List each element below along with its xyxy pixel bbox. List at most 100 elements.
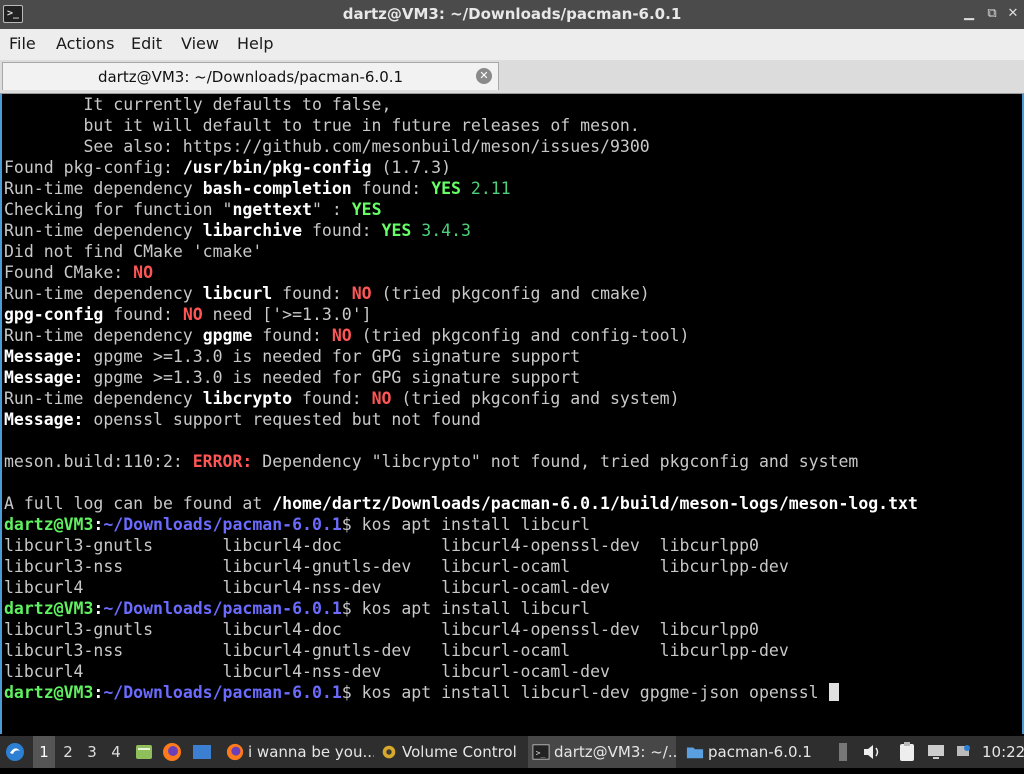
terminal-text: NO — [182, 305, 203, 324]
terminal-text: $ kos apt install libcurl — [341, 515, 591, 534]
workspace-4[interactable]: 4 — [105, 736, 127, 768]
menu-edit[interactable]: Edit — [131, 34, 162, 53]
terminal-line: dartz@VM3:~/Downloads/pacman-6.0.1$ kos … — [4, 514, 590, 535]
terminal-text: (tried pkgconfig and system) — [391, 389, 680, 408]
task-terminal[interactable]: >_ dartz@VM3: ~/... — [528, 736, 676, 768]
terminal-text: YES — [351, 200, 382, 219]
maximize-icon[interactable]: ⧉ — [983, 5, 1001, 23]
terminal-line: Message: openssl support requested but n… — [4, 409, 481, 430]
window-titlebar[interactable]: >_ dartz@VM3: ~/Downloads/pacman-6.0.1 ▁… — [0, 0, 1024, 29]
terminal-text: Run-time dependency — [4, 326, 203, 345]
terminal-line: Run-time dependency bash-completion foun… — [4, 178, 511, 199]
terminal-text: A full log can be found at — [4, 494, 273, 513]
display-icon[interactable] — [926, 736, 950, 768]
terminal-text: libcurl4 libcurl4-nss-dev libcurl-ocaml-… — [4, 578, 610, 597]
close-window-icon[interactable]: ✕ — [1004, 5, 1022, 23]
terminal-line: See also: https://github.com/mesonbuild/… — [4, 136, 650, 157]
terminal-text: found: — [292, 389, 372, 408]
terminal-text: dartz@VM3 — [4, 599, 94, 618]
window-title: dartz@VM3: ~/Downloads/pacman-6.0.1 — [342, 5, 682, 23]
close-icon[interactable]: ✕ — [476, 68, 492, 84]
terminal-text: meson.build:110:2: — [4, 452, 193, 471]
terminal-line: libcurl3-nss libcurl4-gnutls-dev libcurl… — [4, 556, 789, 577]
network-icon[interactable] — [954, 736, 974, 768]
terminal-text: NO — [351, 284, 372, 303]
terminal-text: Message: — [4, 347, 84, 366]
menu-file[interactable]: File — [9, 34, 36, 53]
terminal-text: gpgme >=1.3.0 is needed for GPG signatur… — [83, 368, 581, 387]
terminal-text: Message: — [4, 410, 84, 429]
firefox-icon[interactable] — [162, 736, 186, 768]
terminal-text: See also: https://github.com/mesonbuild/… — [4, 137, 650, 156]
speaker-icon[interactable] — [862, 736, 884, 768]
terminal-text: found: — [252, 326, 332, 345]
terminal-text: gpg-config — [4, 305, 104, 324]
tab-label: dartz@VM3: ~/Downloads/pacman-6.0.1 — [97, 68, 404, 86]
terminal-text: $ kos apt install libcurl-dev gpgme-json… — [341, 683, 829, 702]
terminal-text: " : — [311, 200, 352, 219]
terminal-text: libarchive — [202, 221, 303, 240]
workspace-2[interactable]: 2 — [57, 736, 79, 768]
terminal-text: Run-time dependency — [4, 179, 203, 198]
tab-bar: dartz@VM3: ~/Downloads/pacman-6.0.1 ✕ — [0, 60, 1024, 94]
terminal-text: Run-time dependency — [4, 284, 203, 303]
terminal-text: NO — [133, 263, 154, 282]
menu-logo-icon[interactable] — [4, 736, 28, 768]
file-manager-icon[interactable] — [134, 736, 156, 768]
terminal-text: (tried pkgconfig and cmake) — [371, 284, 650, 303]
terminal-text: It currently defaults to false, — [4, 95, 392, 114]
task-file-manager[interactable]: pacman-6.0.1 — [682, 736, 830, 768]
task-firefox[interactable]: i wanna be you... — [222, 736, 374, 768]
menu-actions[interactable]: Actions — [56, 34, 114, 53]
terminal-line: meson.build:110:2: ERROR: Dependency "li… — [4, 451, 858, 472]
task-volume-control[interactable]: Volume Control — [376, 736, 524, 768]
terminal-text: gpgme >=1.3.0 is needed for GPG signatur… — [83, 347, 581, 366]
terminal-text: found: — [103, 305, 183, 324]
terminal-text: (tried pkgconfig and config-tool) — [351, 326, 690, 345]
terminal-text: found: — [302, 221, 382, 240]
terminal-text: need ['>=1.3.0'] — [202, 305, 372, 324]
terminal-text: : — [93, 599, 104, 618]
terminal-line: libcurl4 libcurl4-nss-dev libcurl-ocaml-… — [4, 661, 610, 682]
terminal-text: /home/dartz/Downloads/pacman-6.0.1/build… — [272, 494, 918, 513]
terminal-text: gpgme — [202, 326, 253, 345]
terminal-text: NO — [371, 389, 392, 408]
terminal-text: found: — [351, 179, 432, 198]
minimize-icon[interactable]: ▁ — [960, 5, 978, 23]
terminal-text: Found CMake: — [4, 263, 134, 282]
terminal-text: ~/Downloads/pacman-6.0.1 — [103, 515, 342, 534]
terminal-line: It currently defaults to false, — [4, 94, 391, 115]
clock[interactable]: 10:22 — [982, 736, 1024, 768]
taskbar: 1 2 3 4 i wanna be you... Volume Control… — [0, 736, 1024, 768]
terminal-tab[interactable]: dartz@VM3: ~/Downloads/pacman-6.0.1 ✕ — [2, 62, 499, 90]
terminal-text: ERROR: — [192, 452, 253, 471]
terminal-text: 2.11 — [461, 179, 511, 198]
terminal-text: (1.7.3) — [371, 158, 452, 177]
scroll-icon[interactable] — [836, 736, 856, 768]
terminal-text: : — [93, 515, 104, 534]
terminal-line: libcurl3-nss libcurl4-gnutls-dev libcurl… — [4, 640, 789, 661]
menu-bar: File Actions Edit View Help — [0, 29, 1024, 60]
workspace-3[interactable]: 3 — [81, 736, 103, 768]
terminal-text: $ kos apt install libcurl — [341, 599, 591, 618]
menu-help[interactable]: Help — [237, 34, 273, 53]
terminal-text: Checking for function " — [4, 200, 233, 219]
terminal-text: libcurl3-nss libcurl4-gnutls-dev libcurl… — [4, 557, 789, 576]
terminal-output[interactable]: It currently defaults to false, but it w… — [0, 94, 1024, 734]
terminal-text: but it will default to true in future re… — [4, 116, 640, 135]
clipboard-icon[interactable] — [898, 736, 922, 768]
terminal-text: Dependency "libcrypto" not found, tried … — [252, 452, 859, 471]
terminal-text: NO — [331, 326, 352, 345]
terminal-text: libcurl3-gnutls libcurl4-doc libcurl4-op… — [4, 620, 759, 639]
terminal-text: dartz@VM3 — [4, 683, 94, 702]
terminal-text: Run-time dependency — [4, 389, 203, 408]
terminal-text: bash-completion — [202, 179, 352, 198]
terminal-line: but it will default to true in future re… — [4, 115, 640, 136]
terminal-line: Run-time dependency libcurl found: NO (t… — [4, 283, 650, 304]
desktop-icon[interactable] — [192, 736, 216, 768]
workspace-1[interactable]: 1 — [33, 736, 55, 768]
terminal-text: libcurl — [202, 284, 273, 303]
menu-view[interactable]: View — [181, 34, 219, 53]
terminal-text: libcrypto — [202, 389, 293, 408]
terminal-text: openssl support requested but not found — [83, 410, 481, 429]
